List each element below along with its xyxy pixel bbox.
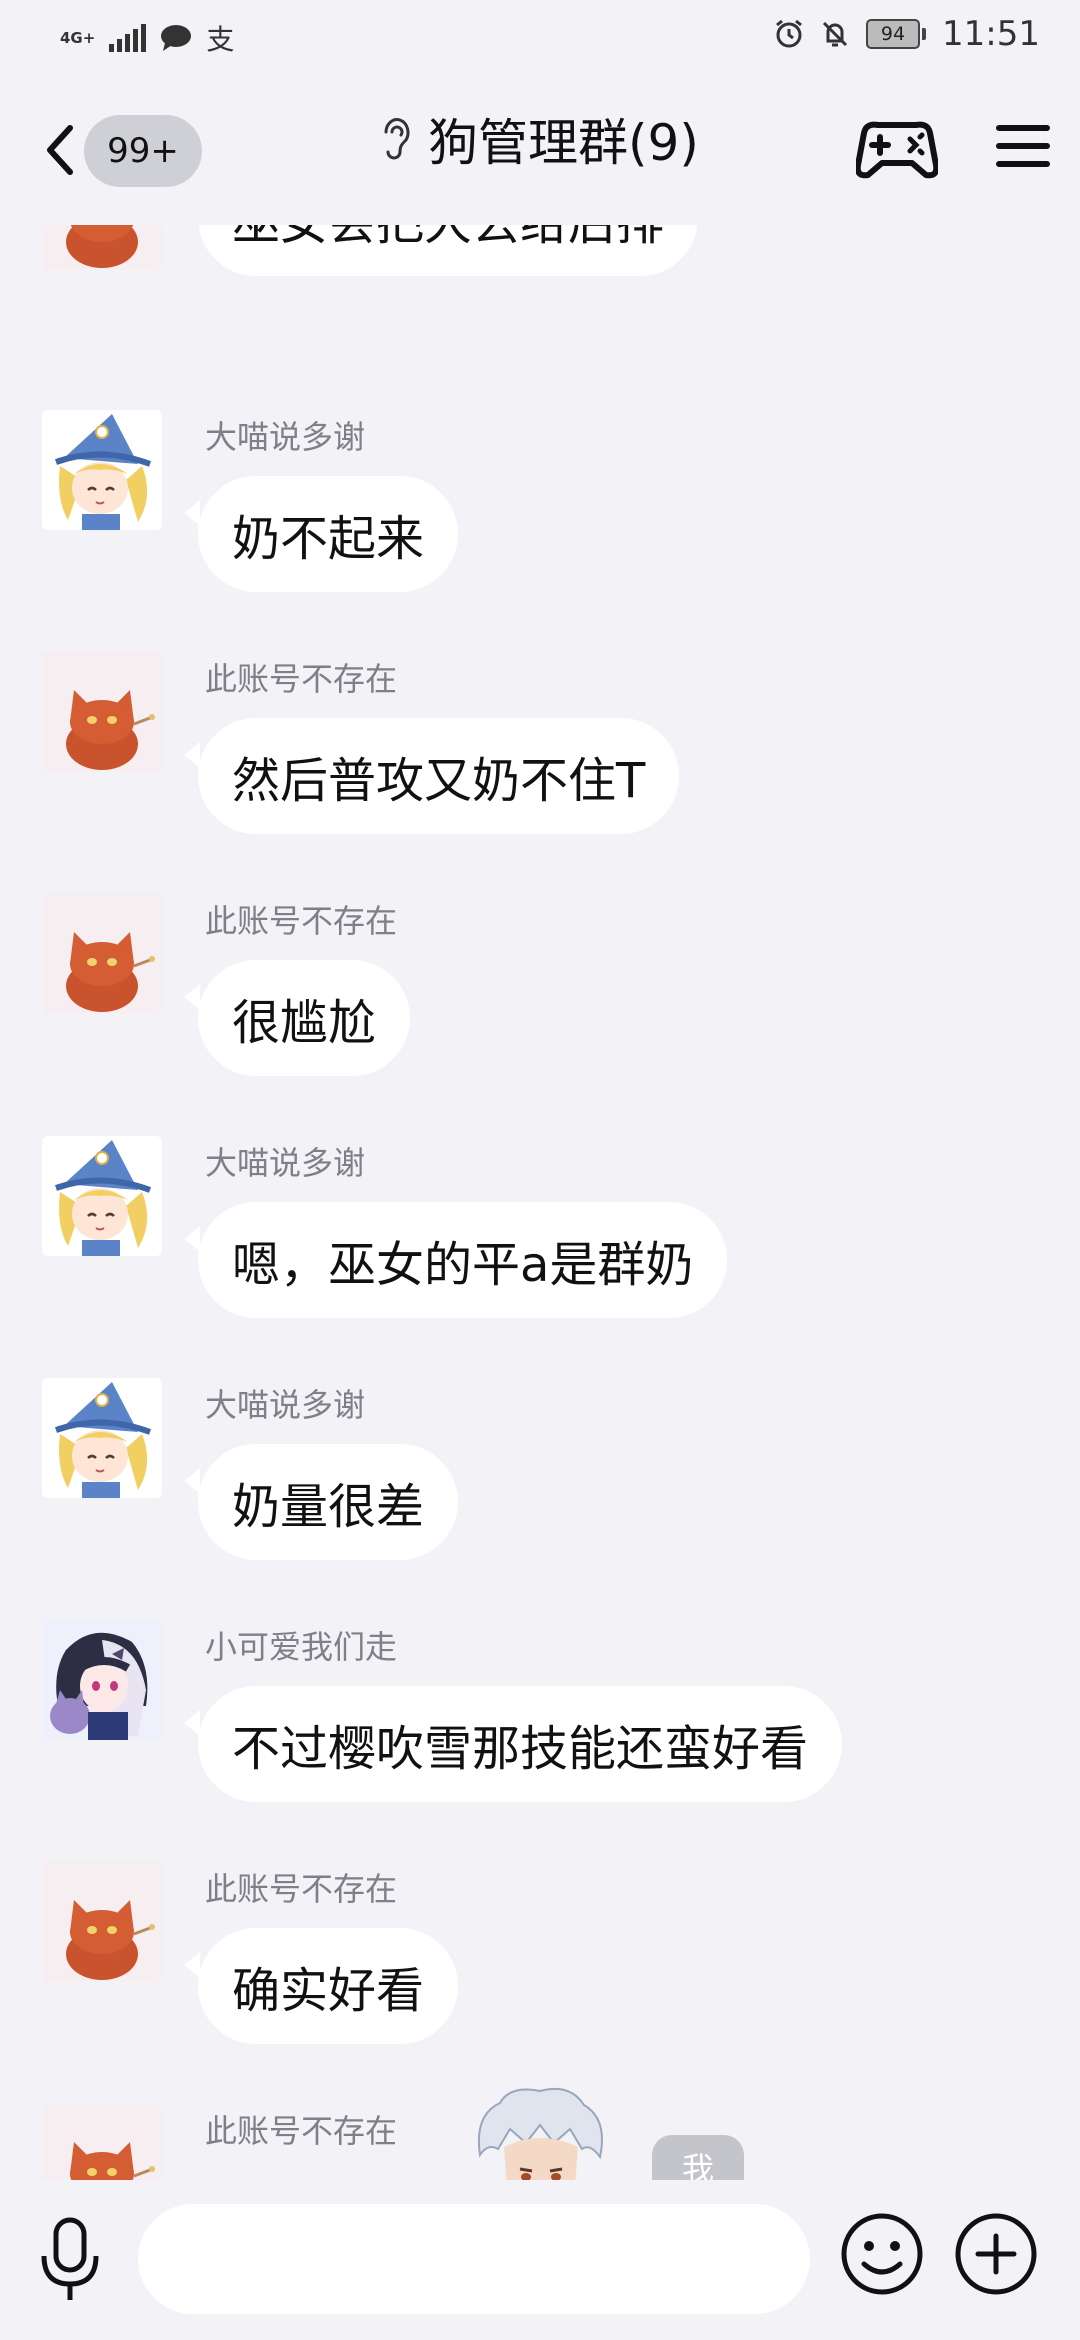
- back-arrow-icon[interactable]: [40, 120, 80, 180]
- message-bubble[interactable]: 嗯，巫女的平a是群奶: [183, 1202, 728, 1318]
- cat-avatar[interactable]: [42, 2104, 162, 2180]
- sender-name: 此账号不存在: [205, 660, 398, 698]
- chat-title: 狗管理群(9): [428, 114, 699, 172]
- message-bubble[interactable]: 巫女会把大丢给后排: [198, 225, 699, 276]
- chat-bubble-icon: [161, 25, 192, 51]
- message-bubble[interactable]: 然后普攻又奶不住T: [183, 718, 680, 834]
- sender-name: 大喵说多谢: [205, 418, 366, 456]
- sender-name: 大喵说多谢: [205, 1386, 366, 1424]
- network-type: 4G+: [60, 28, 96, 47]
- witch-avatar[interactable]: [42, 410, 162, 530]
- sender-name: 此账号不存在: [205, 1870, 398, 1908]
- message-bubble[interactable]: 奶不起来: [183, 476, 459, 592]
- status-left: 4G+ 支: [60, 18, 234, 58]
- ear-icon: [384, 118, 410, 160]
- gamepad-icon[interactable]: [856, 117, 938, 181]
- menu-icon[interactable]: [996, 123, 1050, 169]
- microphone-icon[interactable]: [36, 2216, 104, 2304]
- cat-avatar[interactable]: [42, 652, 162, 772]
- sender-name: 此账号不存在: [205, 2112, 398, 2150]
- message-list[interactable]: 巫女会把大丢给后排 大喵说多谢 奶不起来: [0, 225, 1080, 2180]
- sender-name: 大喵说多谢: [205, 1144, 366, 1182]
- title-area[interactable]: 狗管理群(9): [378, 103, 699, 175]
- alipay-icon: 支: [206, 23, 235, 56]
- witch-avatar[interactable]: [42, 1136, 162, 1256]
- clock: 11:51: [942, 14, 1040, 54]
- anime-girl-avatar[interactable]: [42, 1620, 162, 1740]
- cat-avatar[interactable]: [42, 225, 162, 270]
- alarm-icon: [776, 19, 802, 48]
- message-bubble[interactable]: 确实好看: [183, 1928, 459, 2044]
- sender-name: 小可爱我们走: [205, 1628, 398, 1666]
- battery-level: 94: [866, 19, 921, 49]
- input-bar: [0, 2180, 1080, 2340]
- message-bubble[interactable]: 不过樱吹雪那技能还蛮好看: [183, 1686, 843, 1802]
- cat-avatar[interactable]: [42, 1862, 162, 1982]
- status-bar: 4G+ 支 94 11:51: [0, 0, 1080, 75]
- cat-avatar[interactable]: [42, 894, 162, 1014]
- battery-icon: 94: [866, 19, 927, 49]
- emoji-icon[interactable]: [838, 2210, 926, 2298]
- add-icon[interactable]: [952, 2210, 1040, 2298]
- message-bubble[interactable]: 很尴尬: [183, 960, 411, 1076]
- mute-bell-icon: [822, 21, 848, 47]
- message-bubble[interactable]: 奶量很差: [183, 1444, 459, 1560]
- sender-name: 此账号不存在: [205, 902, 398, 940]
- witch-avatar[interactable]: [42, 1378, 162, 1498]
- chat-header: 99+ 狗管理群(9): [0, 75, 1080, 225]
- status-right: 94 11:51: [774, 14, 1040, 54]
- message-input[interactable]: [138, 2204, 810, 2314]
- unread-count-badge[interactable]: 99+: [84, 115, 202, 187]
- signal-icon: [109, 24, 147, 52]
